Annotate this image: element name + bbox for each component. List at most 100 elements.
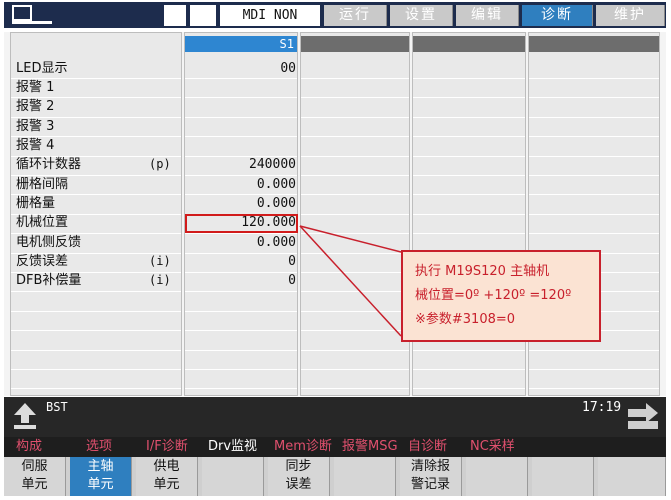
softkey-clear-alarm-log[interactable]: 清除报 警记录 (400, 457, 462, 496)
softkey-empty[interactable] (334, 457, 396, 496)
row-unit: (i) (149, 273, 171, 287)
menu-next-icon[interactable] (624, 403, 660, 431)
menu-item-nc-sampling[interactable]: NC采样 (470, 438, 515, 456)
tab-diagnosis[interactable]: 诊断 (522, 5, 593, 26)
row-value: 0.000 (256, 196, 296, 211)
softkey-servo-unit[interactable]: 伺服 单元 (4, 457, 66, 496)
row-label: 栅格间隔 (16, 177, 69, 192)
row-divider (529, 117, 659, 118)
row-divider (301, 194, 409, 195)
tab-setup[interactable]: 设置 (390, 5, 453, 26)
softkey-label: 主轴 (87, 459, 114, 474)
status-label: BST (46, 400, 68, 414)
row-label: 报警 4 (16, 138, 55, 153)
row-divider (301, 156, 409, 157)
row-value: 0.000 (256, 177, 296, 192)
row-divider (185, 311, 297, 312)
row-divider (413, 194, 525, 195)
row-divider (185, 97, 297, 98)
row-value: 0.000 (256, 235, 296, 250)
softkey-label: 伺服 (21, 459, 48, 474)
menu-item-drv-monitor[interactable]: Drv监视 (208, 438, 257, 456)
softkey-empty[interactable] (598, 457, 666, 496)
row-divider (529, 350, 659, 351)
softkey-label: 单元 (153, 477, 180, 492)
row-label: 报警 2 (16, 99, 55, 114)
menu-item-mem-diagnosis[interactable]: Mem诊断 (274, 438, 332, 456)
menu-item-self-diagnosis[interactable]: 自诊断 (408, 438, 447, 456)
menu-item-if-diagnosis[interactable]: I/F诊断 (146, 438, 188, 456)
row-label: 循环计数器 (16, 157, 82, 172)
row-divider (301, 97, 409, 98)
row-value: 00 (280, 61, 296, 76)
callout-line: 械位置=0º +120º =120º (415, 288, 572, 303)
row-divider (11, 330, 181, 331)
row-divider (185, 369, 297, 370)
row-label: DFB补偿量 (16, 273, 82, 288)
row-divider (529, 194, 659, 195)
row-label: 报警 3 (16, 119, 55, 134)
row-divider (11, 311, 181, 312)
softkey-label: 同步 (285, 459, 312, 474)
softkey-spindle-unit[interactable]: 主轴 单元 (70, 457, 132, 496)
row-divider (413, 214, 525, 215)
row-divider (529, 369, 659, 370)
annotation-callout: 执行 M19S120 主轴机 械位置=0º +120º =120º ※参数#31… (401, 250, 601, 342)
softkey-empty[interactable] (466, 457, 528, 496)
tab-maintenance[interactable]: 维护 (596, 5, 665, 26)
menu-return-icon[interactable] (12, 401, 38, 431)
row-divider (301, 311, 409, 312)
row-divider (301, 175, 409, 176)
row-divider (529, 214, 659, 215)
menu-item-config[interactable]: 构成 (16, 438, 42, 456)
softkey-power-supply-unit[interactable]: 供电 单元 (136, 457, 198, 496)
function-menu: 构成 选项 I/F诊断 Drv监视 Mem诊断 报警MSG 自诊断 NC采样 (4, 437, 666, 457)
row-divider (301, 78, 409, 79)
softkey-empty[interactable] (532, 457, 594, 496)
menu-item-alarm-msg[interactable]: 报警MSG (342, 438, 398, 456)
row-divider (185, 78, 297, 79)
row-unit: (p) (149, 157, 171, 171)
softkey-empty[interactable] (202, 457, 264, 496)
row-divider (301, 291, 409, 292)
softkey-label: 供电 (153, 459, 180, 474)
menu-item-options[interactable]: 选项 (86, 438, 112, 456)
column-header-s1[interactable]: S1 (185, 36, 297, 52)
row-label: 栅格量 (16, 196, 56, 211)
row-label: LED显示 (16, 61, 68, 76)
softkey-label: 误差 (285, 477, 312, 492)
row-divider (301, 350, 409, 351)
row-divider (301, 233, 409, 234)
tab-run[interactable]: 运行 (324, 5, 387, 26)
clock: 17:19 (582, 400, 622, 415)
row-divider (529, 175, 659, 176)
row-unit: (i) (149, 254, 171, 268)
tab-edit[interactable]: 编辑 (456, 5, 519, 26)
softkey-sync-error[interactable]: 同步 误差 (268, 457, 330, 496)
softkey-label: 警记录 (410, 477, 450, 492)
row-divider (413, 388, 525, 389)
row-divider (413, 117, 525, 118)
column-header-empty (413, 36, 525, 52)
top-bar: MDI NON 运行 设置 编辑 诊断 维护 (4, 2, 666, 28)
row-divider (185, 136, 297, 137)
row-label: 机械位置 (16, 215, 69, 230)
row-divider (301, 117, 409, 118)
row-label: 反馈误差 (16, 254, 69, 269)
row-divider (413, 369, 525, 370)
softkey-label: 单元 (87, 477, 114, 492)
row-value: 0 (288, 273, 296, 288)
row-divider (529, 156, 659, 157)
row-divider (413, 175, 525, 176)
row-divider (185, 291, 297, 292)
row-value: 240000 (249, 157, 296, 172)
row-value: 0 (288, 254, 296, 269)
row-divider (301, 253, 409, 254)
row-divider (185, 350, 297, 351)
row-divider (11, 369, 181, 370)
row-divider (11, 350, 181, 351)
blank-cell (164, 5, 186, 26)
highlight-box (185, 214, 298, 233)
row-divider (413, 350, 525, 351)
cnc-screen: MDI NON 运行 设置 编辑 诊断 维护 S1 LED显示 00 报警 1 … (4, 2, 666, 496)
